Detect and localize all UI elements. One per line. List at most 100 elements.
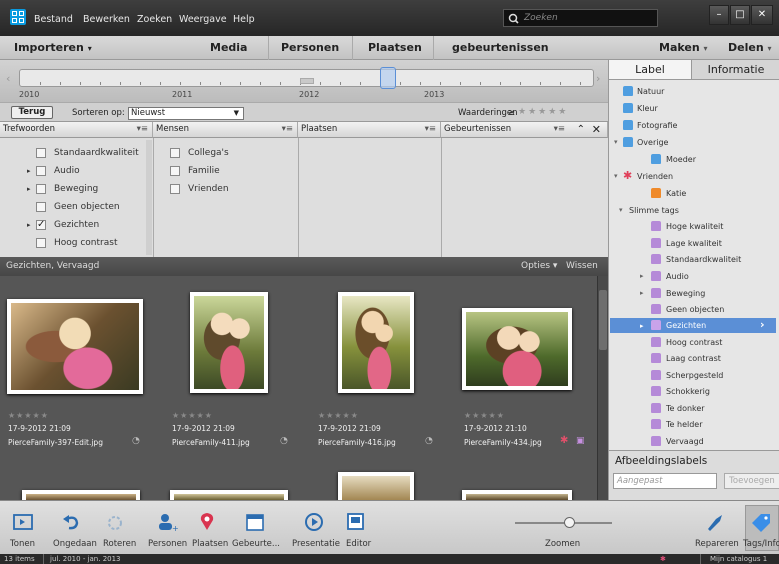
create-button[interactable]: Maken ▾ [659,41,708,54]
checkbox[interactable] [170,184,180,194]
tag-geen-objecten[interactable]: Geen objecten [666,305,724,314]
keyword-geen-objecten[interactable]: Geen objecten [54,202,120,212]
column-header-people[interactable]: Mensen ▾≡ [153,122,298,138]
tab-label[interactable]: Label [609,60,691,80]
tag-scherpgesteld[interactable]: Scherpgesteld [666,371,723,380]
rotate-icon[interactable] [104,511,126,533]
tag-te-helder[interactable]: Te helder [666,420,703,429]
expand-icon[interactable]: ▸ [27,167,31,175]
menu-bestand[interactable]: Bestand [34,14,73,25]
tag-audio[interactable]: Audio [666,272,689,281]
column-header-places[interactable]: Plaatsen ▾≡ [298,122,441,138]
timeline-slider-handle[interactable] [380,67,396,89]
rating-stars[interactable]: ★★★★★ [8,411,49,420]
grid-scrollbar-thumb[interactable] [599,290,607,350]
options-button[interactable]: Opties ▾ [521,261,557,271]
checkbox[interactable] [36,166,46,176]
checkbox[interactable] [36,238,46,248]
keyword-hoog-contrast[interactable]: Hoog contrast [54,238,117,248]
tag-hoge-kwaliteit[interactable]: Hoge kwaliteit [666,222,723,231]
sort-select[interactable]: Nieuwst ▼ [128,107,244,120]
back-button[interactable]: Terug [11,106,53,119]
tag-kleur[interactable]: Kleur [637,104,658,113]
menu-zoeken[interactable]: Zoeken [137,14,172,25]
photo-thumbnail[interactable] [190,292,268,393]
menu-help[interactable]: Help [233,14,255,25]
tag-overige[interactable]: Overige [637,138,668,147]
checkbox-checked[interactable]: ✓ [36,220,46,230]
photo-thumbnail[interactable] [338,292,414,393]
expand-icon[interactable]: ▸ [640,322,644,330]
tag-vrienden[interactable]: Vrienden [637,172,673,181]
zoom-slider-thumb[interactable] [564,517,575,528]
rating-stars-filter[interactable]: ★★★★★ [518,107,568,117]
share-button[interactable]: Delen ▾ [728,41,772,54]
tag-laag-contrast[interactable]: Laag contrast [666,354,721,363]
keyword-gezichten[interactable]: Gezichten [54,220,99,230]
checkbox[interactable] [170,166,180,176]
collapse-icon[interactable]: ▾ [614,138,618,146]
column-header-events[interactable]: Gebeurtenissen ▾≡ ⌃ ✕ [441,122,608,138]
rating-stars[interactable]: ★★★★★ [318,411,359,420]
people-icon[interactable]: + [156,511,178,533]
image-label-input[interactable]: Aangepast [613,473,717,489]
minimize-button[interactable]: – [709,5,729,25]
rating-stars[interactable]: ★★★★★ [464,411,505,420]
close-button[interactable]: ✕ [751,5,773,25]
chevron-right-icon[interactable]: › [760,318,765,331]
events-icon[interactable] [244,511,266,533]
tag-gezichten[interactable]: Gezichten [666,321,706,330]
undo-icon[interactable] [60,511,82,533]
keyword-audio[interactable]: Audio [54,166,80,176]
people-vrienden[interactable]: Vrienden [188,184,229,194]
tag-beweging[interactable]: Beweging [666,289,705,298]
column-header-keywords[interactable]: Trefwoorden ▾≡ [0,122,153,138]
menu-weergave[interactable]: Weergave [179,14,227,25]
tag-te-donker[interactable]: Te donker [666,404,705,413]
tag-hoog-contrast[interactable]: Hoog contrast [666,338,722,347]
tag-vervaagd[interactable]: Vervaagd [666,437,704,446]
search-input[interactable]: Zoeken [503,9,658,27]
rating-stars[interactable]: ★★★★★ [172,411,213,420]
checkbox[interactable] [36,148,46,158]
checkbox[interactable] [36,184,46,194]
slideshow-icon[interactable] [303,511,325,533]
collapse-icon[interactable]: ⌃ [577,122,585,137]
maximize-button[interactable]: □ [730,5,750,25]
places-icon[interactable] [197,511,219,533]
tag-lage-kwaliteit[interactable]: Lage kwaliteit [666,239,722,248]
tab-plaatsen[interactable]: Plaatsen [368,41,422,54]
keywords-scrollbar[interactable] [146,140,152,255]
collapse-icon[interactable]: ▾ [619,206,623,214]
tag-slimme-tags[interactable]: Slimme tags [629,206,679,215]
show-panel-icon[interactable] [12,511,34,533]
photo-thumbnail[interactable] [7,299,143,394]
clear-button[interactable]: Wissen [566,261,598,271]
timeline-prev-icon[interactable]: ‹ [6,72,10,85]
tag-standaardkwaliteit[interactable]: Standaardkwaliteit [666,255,741,264]
expand-icon[interactable]: ▸ [27,185,31,193]
checkbox[interactable] [170,148,180,158]
keyword-standaardkwaliteit[interactable]: Standaardkwaliteit [54,148,139,158]
editor-icon[interactable] [345,511,367,533]
add-label-button[interactable]: Toevoegen [724,473,779,489]
timeline-track[interactable] [19,67,594,89]
collapse-icon[interactable]: ▾ [614,172,618,180]
tab-personen[interactable]: Personen [281,41,339,54]
expand-icon[interactable]: ▸ [27,221,31,229]
ratings-operator[interactable]: ≥ [508,108,515,118]
people-collegas[interactable]: Collega's [188,148,229,158]
expand-icon[interactable]: ▸ [640,272,644,280]
expand-icon[interactable]: ▸ [640,289,644,297]
menu-bewerken[interactable]: Bewerken [83,14,130,25]
repair-icon[interactable] [704,511,726,533]
keyword-beweging[interactable]: Beweging [54,184,98,194]
tag-schokkerig[interactable]: Schokkerig [666,387,710,396]
tag-katie[interactable]: Katie [666,189,686,198]
close-icon[interactable]: ✕ [592,122,601,137]
tab-gebeurtenissen[interactable]: gebeurtenissen [452,41,549,54]
tag-natuur[interactable]: Natuur [637,87,664,96]
grid-scrollbar[interactable] [597,276,608,500]
tag-moeder[interactable]: Moeder [666,155,696,164]
tab-informatie[interactable]: Informatie [691,60,779,80]
